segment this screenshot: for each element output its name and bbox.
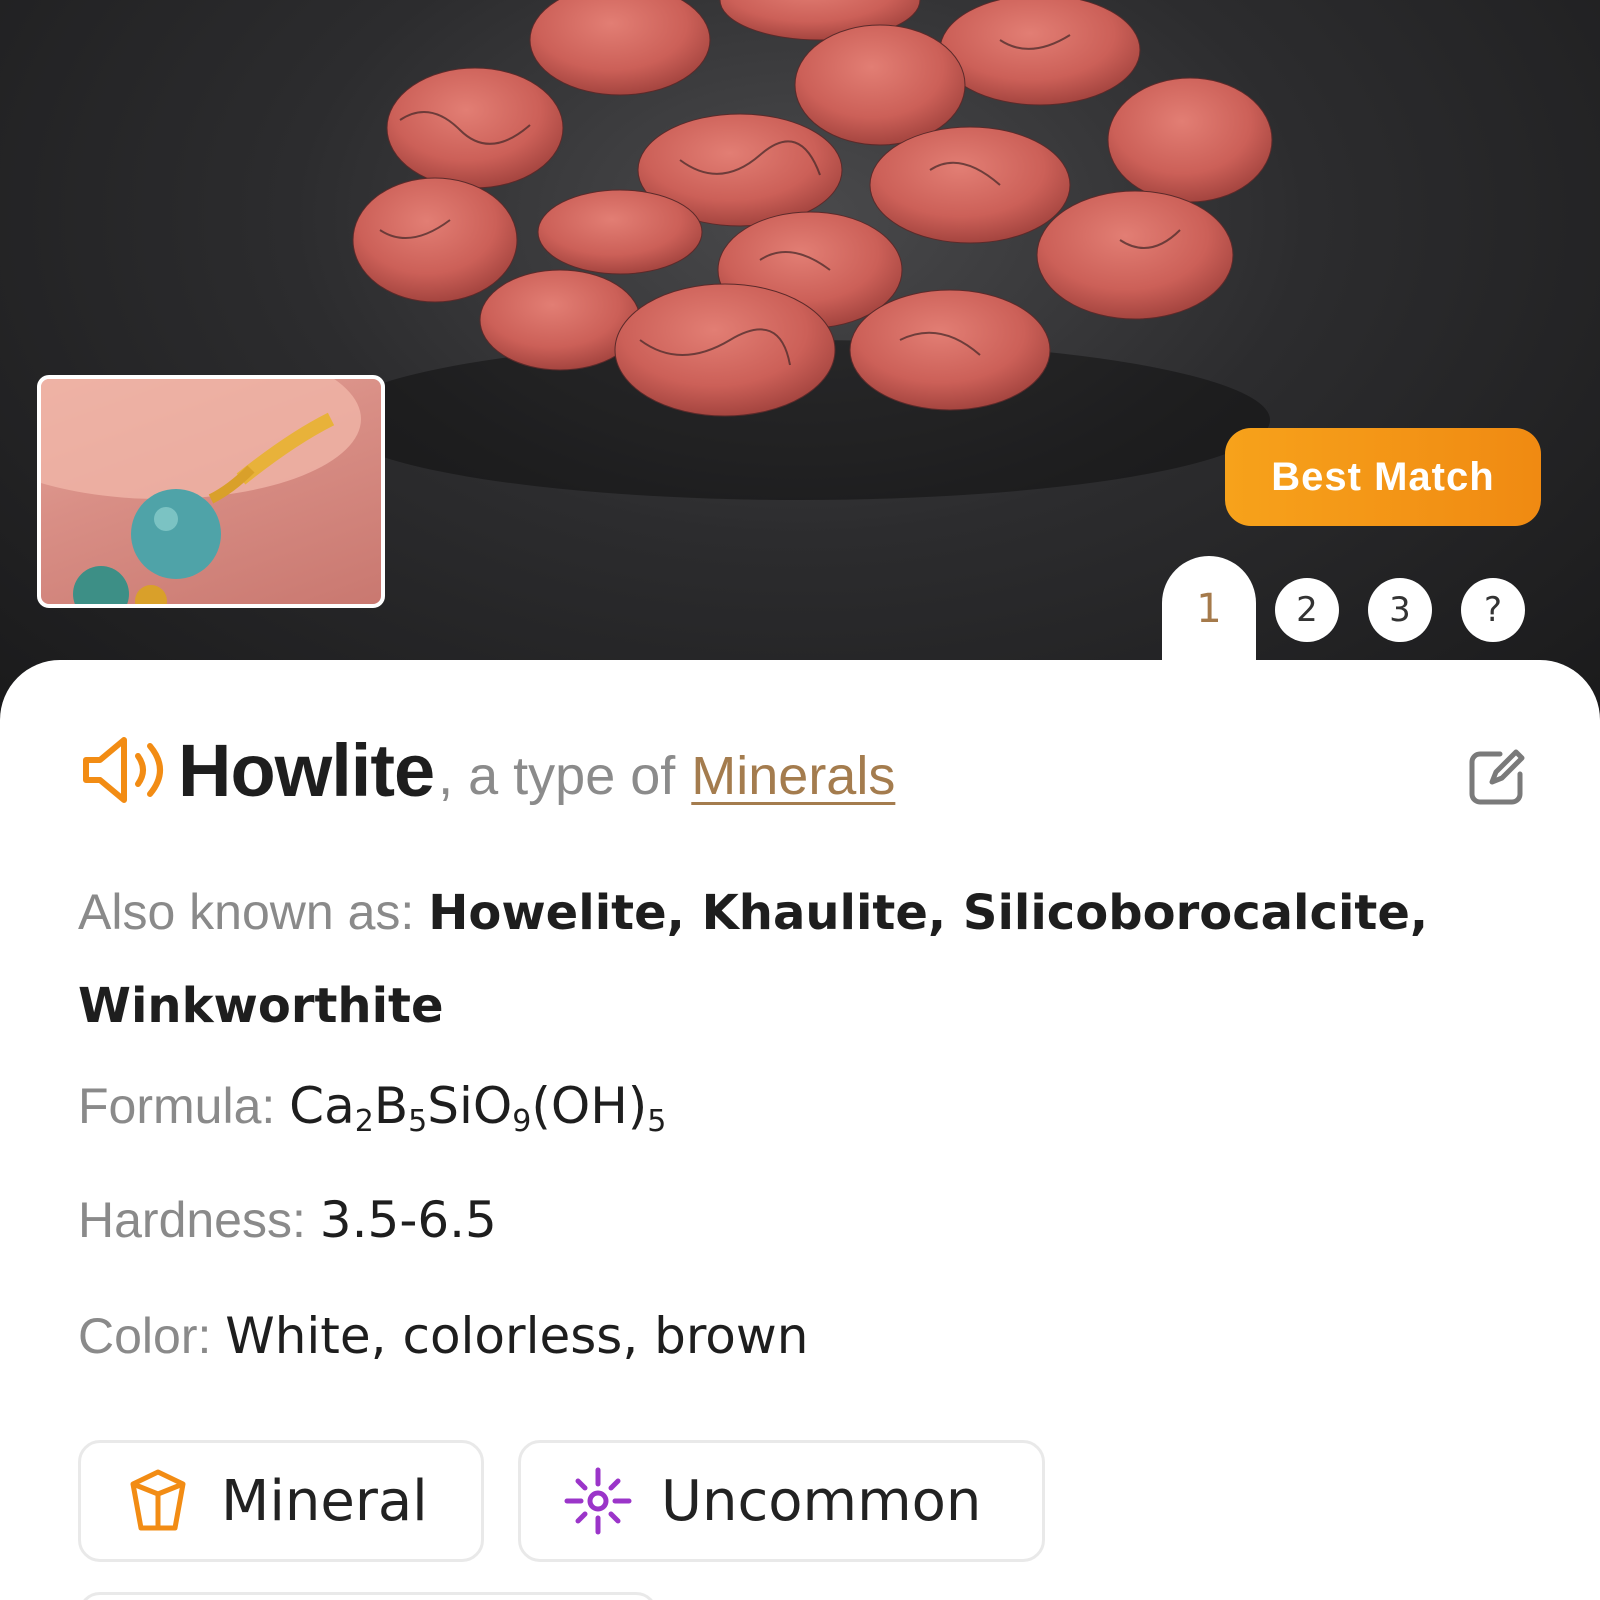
user-photo-thumbnail[interactable] — [37, 375, 385, 608]
formula-label: Formula: — [78, 1078, 276, 1134]
hardness-value: 3.5-6.5 — [319, 1191, 497, 1249]
aka-field: Also known as: Howelite, Khaulite, Silic… — [78, 866, 1528, 1052]
chip-uncommon[interactable]: Uncommon — [518, 1440, 1045, 1562]
result-tab-3[interactable]: 3 — [1368, 578, 1432, 642]
aka-label: Also known as: — [78, 884, 415, 940]
howlite-beads-image — [330, 0, 1273, 500]
species-name: Howlite — [178, 728, 435, 812]
chip-uncommon-label: Uncommon — [661, 1468, 982, 1534]
category-link[interactable]: Minerals — [691, 745, 895, 807]
specimen-photo: Best Match — [0, 0, 1600, 720]
chip-mineral-label: Mineral — [221, 1468, 428, 1534]
hardness-field: Hardness: 3.5-6.5 — [78, 1174, 1528, 1266]
aka-value-line2: Winkworthite — [78, 978, 444, 1034]
speaker-icon[interactable] — [78, 730, 168, 810]
result-title-row: Howlite , a type of Minerals — [78, 725, 1538, 815]
formula-field: Formula: Ca2B5SiO9(OH)5 — [78, 1060, 1528, 1168]
result-tab-more[interactable]: ? — [1461, 578, 1525, 642]
hardness-label: Hardness: — [78, 1192, 306, 1248]
color-field: Color: White, colorless, brown — [78, 1290, 1528, 1382]
color-label: Color: — [78, 1308, 212, 1364]
crystal-icon — [130, 1469, 186, 1531]
chip-partial[interactable] — [78, 1592, 658, 1600]
best-match-badge: Best Match — [1225, 428, 1541, 526]
type-prefix: , a type of — [438, 746, 676, 806]
chip-mineral[interactable]: Mineral — [78, 1440, 484, 1562]
result-tab-2[interactable]: 2 — [1275, 578, 1339, 642]
aka-value-line1: Howelite, Khaulite, Silicoborocalcite, — [428, 885, 1429, 941]
formula-value: Ca2B5SiO9(OH)5 — [289, 1077, 667, 1139]
color-value: White, colorless, brown — [225, 1307, 809, 1365]
edit-icon[interactable] — [1466, 746, 1528, 808]
result-tab-1[interactable]: 1 — [1162, 556, 1256, 676]
sparkle-icon — [564, 1467, 632, 1535]
